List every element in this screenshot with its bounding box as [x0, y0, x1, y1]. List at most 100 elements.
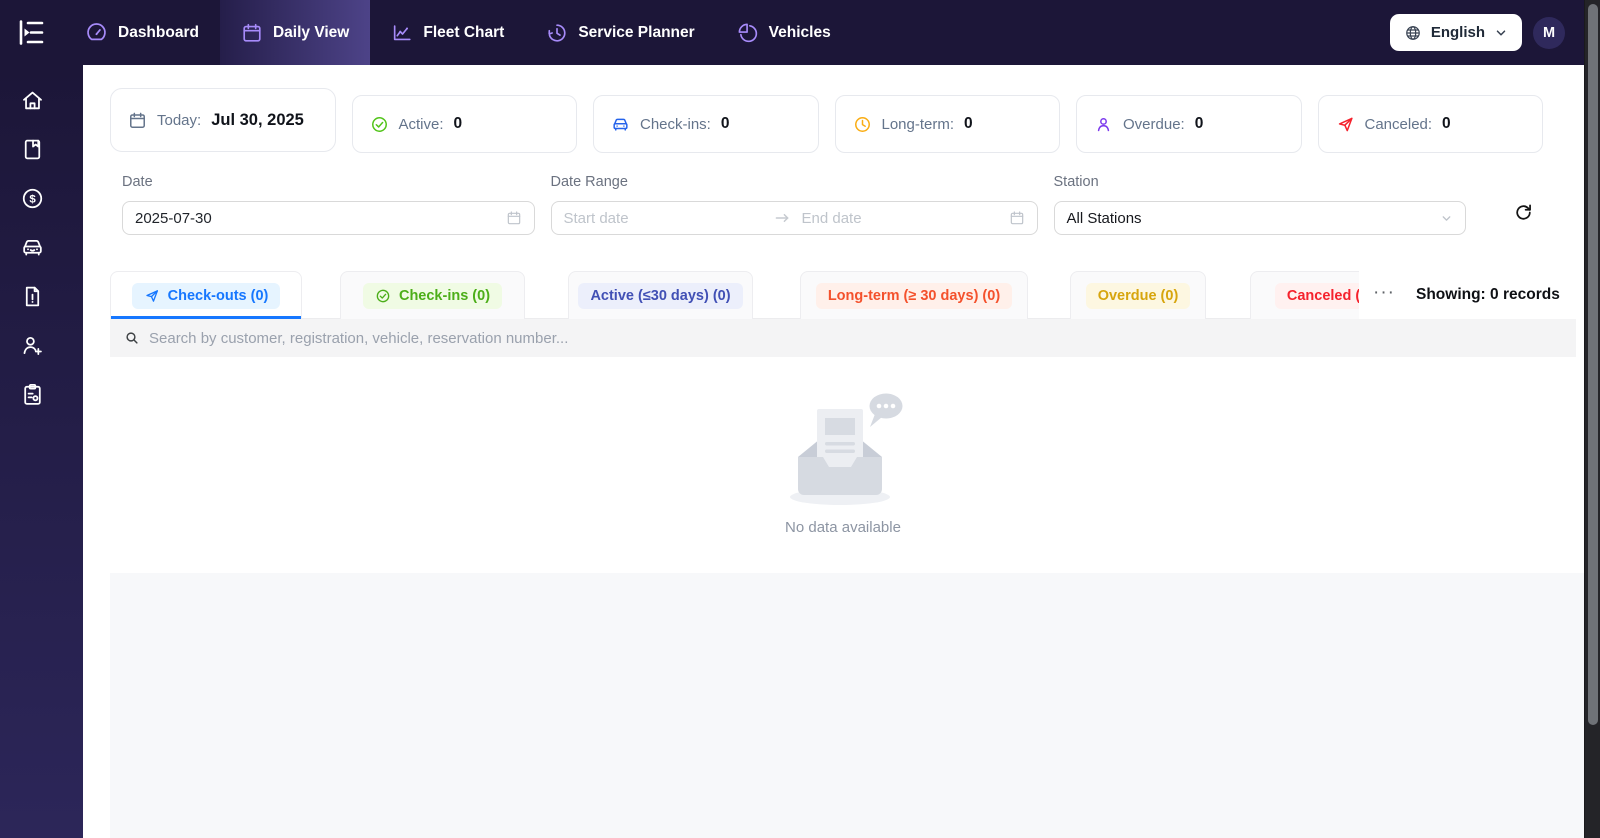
app-root: Dashboard Daily View Fle — [0, 0, 1600, 838]
tab-pill: Check-outs (0) — [132, 283, 281, 309]
nav-right: English M — [1390, 0, 1600, 65]
calendar-icon — [1009, 210, 1025, 226]
tab-label: Check-outs (0) — [168, 288, 269, 304]
date-range-filter: Date Range — [551, 174, 1038, 235]
sidebar-item-fleet[interactable] — [20, 235, 45, 260]
globe-icon — [1404, 24, 1422, 42]
tab-check-ins[interactable]: Check-ins (0) — [340, 271, 525, 319]
car-icon — [20, 235, 45, 260]
nav-label: Daily View — [273, 24, 349, 42]
tab-long-term[interactable]: Long-term (≥ 30 days) (0) — [800, 271, 1028, 319]
language-selector[interactable]: English — [1390, 14, 1522, 51]
send-icon — [144, 288, 160, 304]
vertical-scrollbar — [1584, 0, 1600, 838]
stats-row: Today: Jul 30, 2025 Active: 0 — [110, 88, 1543, 152]
search-input[interactable] — [149, 330, 1562, 347]
station-select[interactable]: All Stations — [1054, 201, 1467, 235]
stat-chip-canceled: Canceled: 0 — [1318, 95, 1544, 153]
scrollbar-thumb[interactable] — [1588, 4, 1598, 725]
avatar[interactable]: M — [1533, 17, 1565, 49]
dollar-circle-icon: $ — [20, 186, 45, 211]
date-input[interactable] — [135, 210, 498, 227]
home-icon — [20, 88, 45, 113]
tab-check-outs[interactable]: Check-outs (0) — [110, 271, 302, 319]
nav-item-service-planner[interactable]: Service Planner — [525, 0, 715, 65]
stat-label: Active: — [399, 116, 444, 133]
tabs-overlay: ··· Showing: 0 records — [1359, 271, 1576, 319]
stat-value: Jul 30, 2025 — [211, 111, 304, 130]
sidebar: $ — [0, 65, 83, 838]
empty-state: No data available — [110, 357, 1576, 572]
search-bar — [110, 319, 1576, 357]
line-chart-icon — [391, 22, 413, 44]
nav-item-fleet-chart[interactable]: Fleet Chart — [370, 0, 525, 65]
filters-row: Date Date Range — [110, 174, 1564, 235]
refresh-button[interactable] — [1513, 202, 1534, 223]
sidebar-item-reports[interactable] — [20, 382, 45, 407]
end-date-input[interactable] — [802, 210, 1001, 227]
stat-chip-overdue: Overdue: 0 — [1076, 95, 1302, 153]
arrow-right-icon — [775, 212, 790, 224]
tab-pill: Long-term (≥ 30 days) (0) — [816, 283, 1012, 309]
station-selected-value: All Stations — [1067, 210, 1433, 227]
pie-chart-icon — [737, 22, 759, 44]
chevron-down-icon — [1494, 26, 1508, 40]
tab-label: Active (≤30 days) (0) — [590, 288, 730, 304]
stat-value: 0 — [964, 115, 973, 133]
user-icon — [1094, 115, 1113, 134]
stat-label: Overdue: — [1123, 116, 1185, 133]
nav-item-vehicles[interactable]: Vehicles — [716, 0, 852, 65]
stat-value: 0 — [1442, 115, 1451, 133]
main-nav: Dashboard Daily View Fle — [64, 0, 852, 65]
station-label: Station — [1054, 174, 1467, 190]
chevron-down-icon — [1440, 212, 1453, 225]
dashboard-icon — [85, 21, 108, 44]
nav-label: Service Planner — [578, 24, 694, 42]
sidebar-item-finance[interactable]: $ — [20, 186, 45, 211]
language-label: English — [1431, 24, 1485, 41]
date-range-input-wrap — [551, 201, 1038, 235]
empty-inbox-illustration — [780, 393, 906, 509]
stat-chip-active: Active: 0 — [352, 95, 578, 153]
tab-overdue[interactable]: Overdue (0) — [1070, 271, 1206, 319]
tabs-bar: Check-outs (0) Check-ins (0) — [110, 271, 1576, 319]
page-background-panel — [110, 573, 1584, 838]
send-icon — [1336, 115, 1355, 134]
tab-label: Overdue (0) — [1098, 288, 1179, 304]
nav-item-daily-view[interactable]: Daily View — [220, 0, 370, 65]
station-filter: Station All Stations — [1054, 174, 1467, 235]
search-icon — [124, 330, 140, 346]
date-range-label: Date Range — [551, 174, 1038, 190]
stat-value: 0 — [721, 115, 730, 133]
calendar-icon — [241, 22, 263, 44]
stat-chip-long-term: Long-term: 0 — [835, 95, 1061, 153]
stat-value: 0 — [1195, 115, 1204, 133]
clipboard-report-icon — [20, 382, 45, 407]
main-content: Today: Jul 30, 2025 Active: 0 — [83, 65, 1584, 838]
stat-label: Long-term: — [882, 116, 955, 133]
start-date-input[interactable] — [564, 210, 763, 227]
showing-records-count: Showing: 0 records — [1416, 286, 1560, 304]
check-circle-icon — [375, 288, 391, 304]
daily-view-card: Today: Jul 30, 2025 Active: 0 — [110, 88, 1576, 572]
check-circle-icon — [370, 115, 389, 134]
menu-unfold-icon-button[interactable] — [0, 0, 62, 65]
sidebar-item-bookings[interactable] — [20, 137, 45, 162]
car-icon — [611, 115, 630, 134]
sidebar-item-documents[interactable] — [20, 284, 45, 309]
clock-icon — [853, 115, 872, 134]
more-tabs-icon[interactable]: ··· — [1373, 283, 1395, 308]
tab-pill: Active (≤30 days) (0) — [578, 283, 742, 309]
stat-label: Today: — [157, 112, 201, 129]
refresh-icon — [1513, 202, 1534, 223]
stat-chip-today: Today: Jul 30, 2025 — [110, 88, 336, 152]
nav-label: Dashboard — [118, 24, 199, 42]
sidebar-item-home[interactable] — [20, 88, 45, 113]
nav-label: Fleet Chart — [423, 24, 504, 42]
tab-active-30-days[interactable]: Active (≤30 days) (0) — [568, 271, 753, 319]
book-icon — [20, 137, 45, 162]
top-nav: Dashboard Daily View Fle — [0, 0, 1600, 65]
sidebar-item-customers[interactable] — [20, 333, 45, 358]
date-label: Date — [122, 174, 535, 190]
nav-item-dashboard[interactable]: Dashboard — [64, 0, 220, 65]
